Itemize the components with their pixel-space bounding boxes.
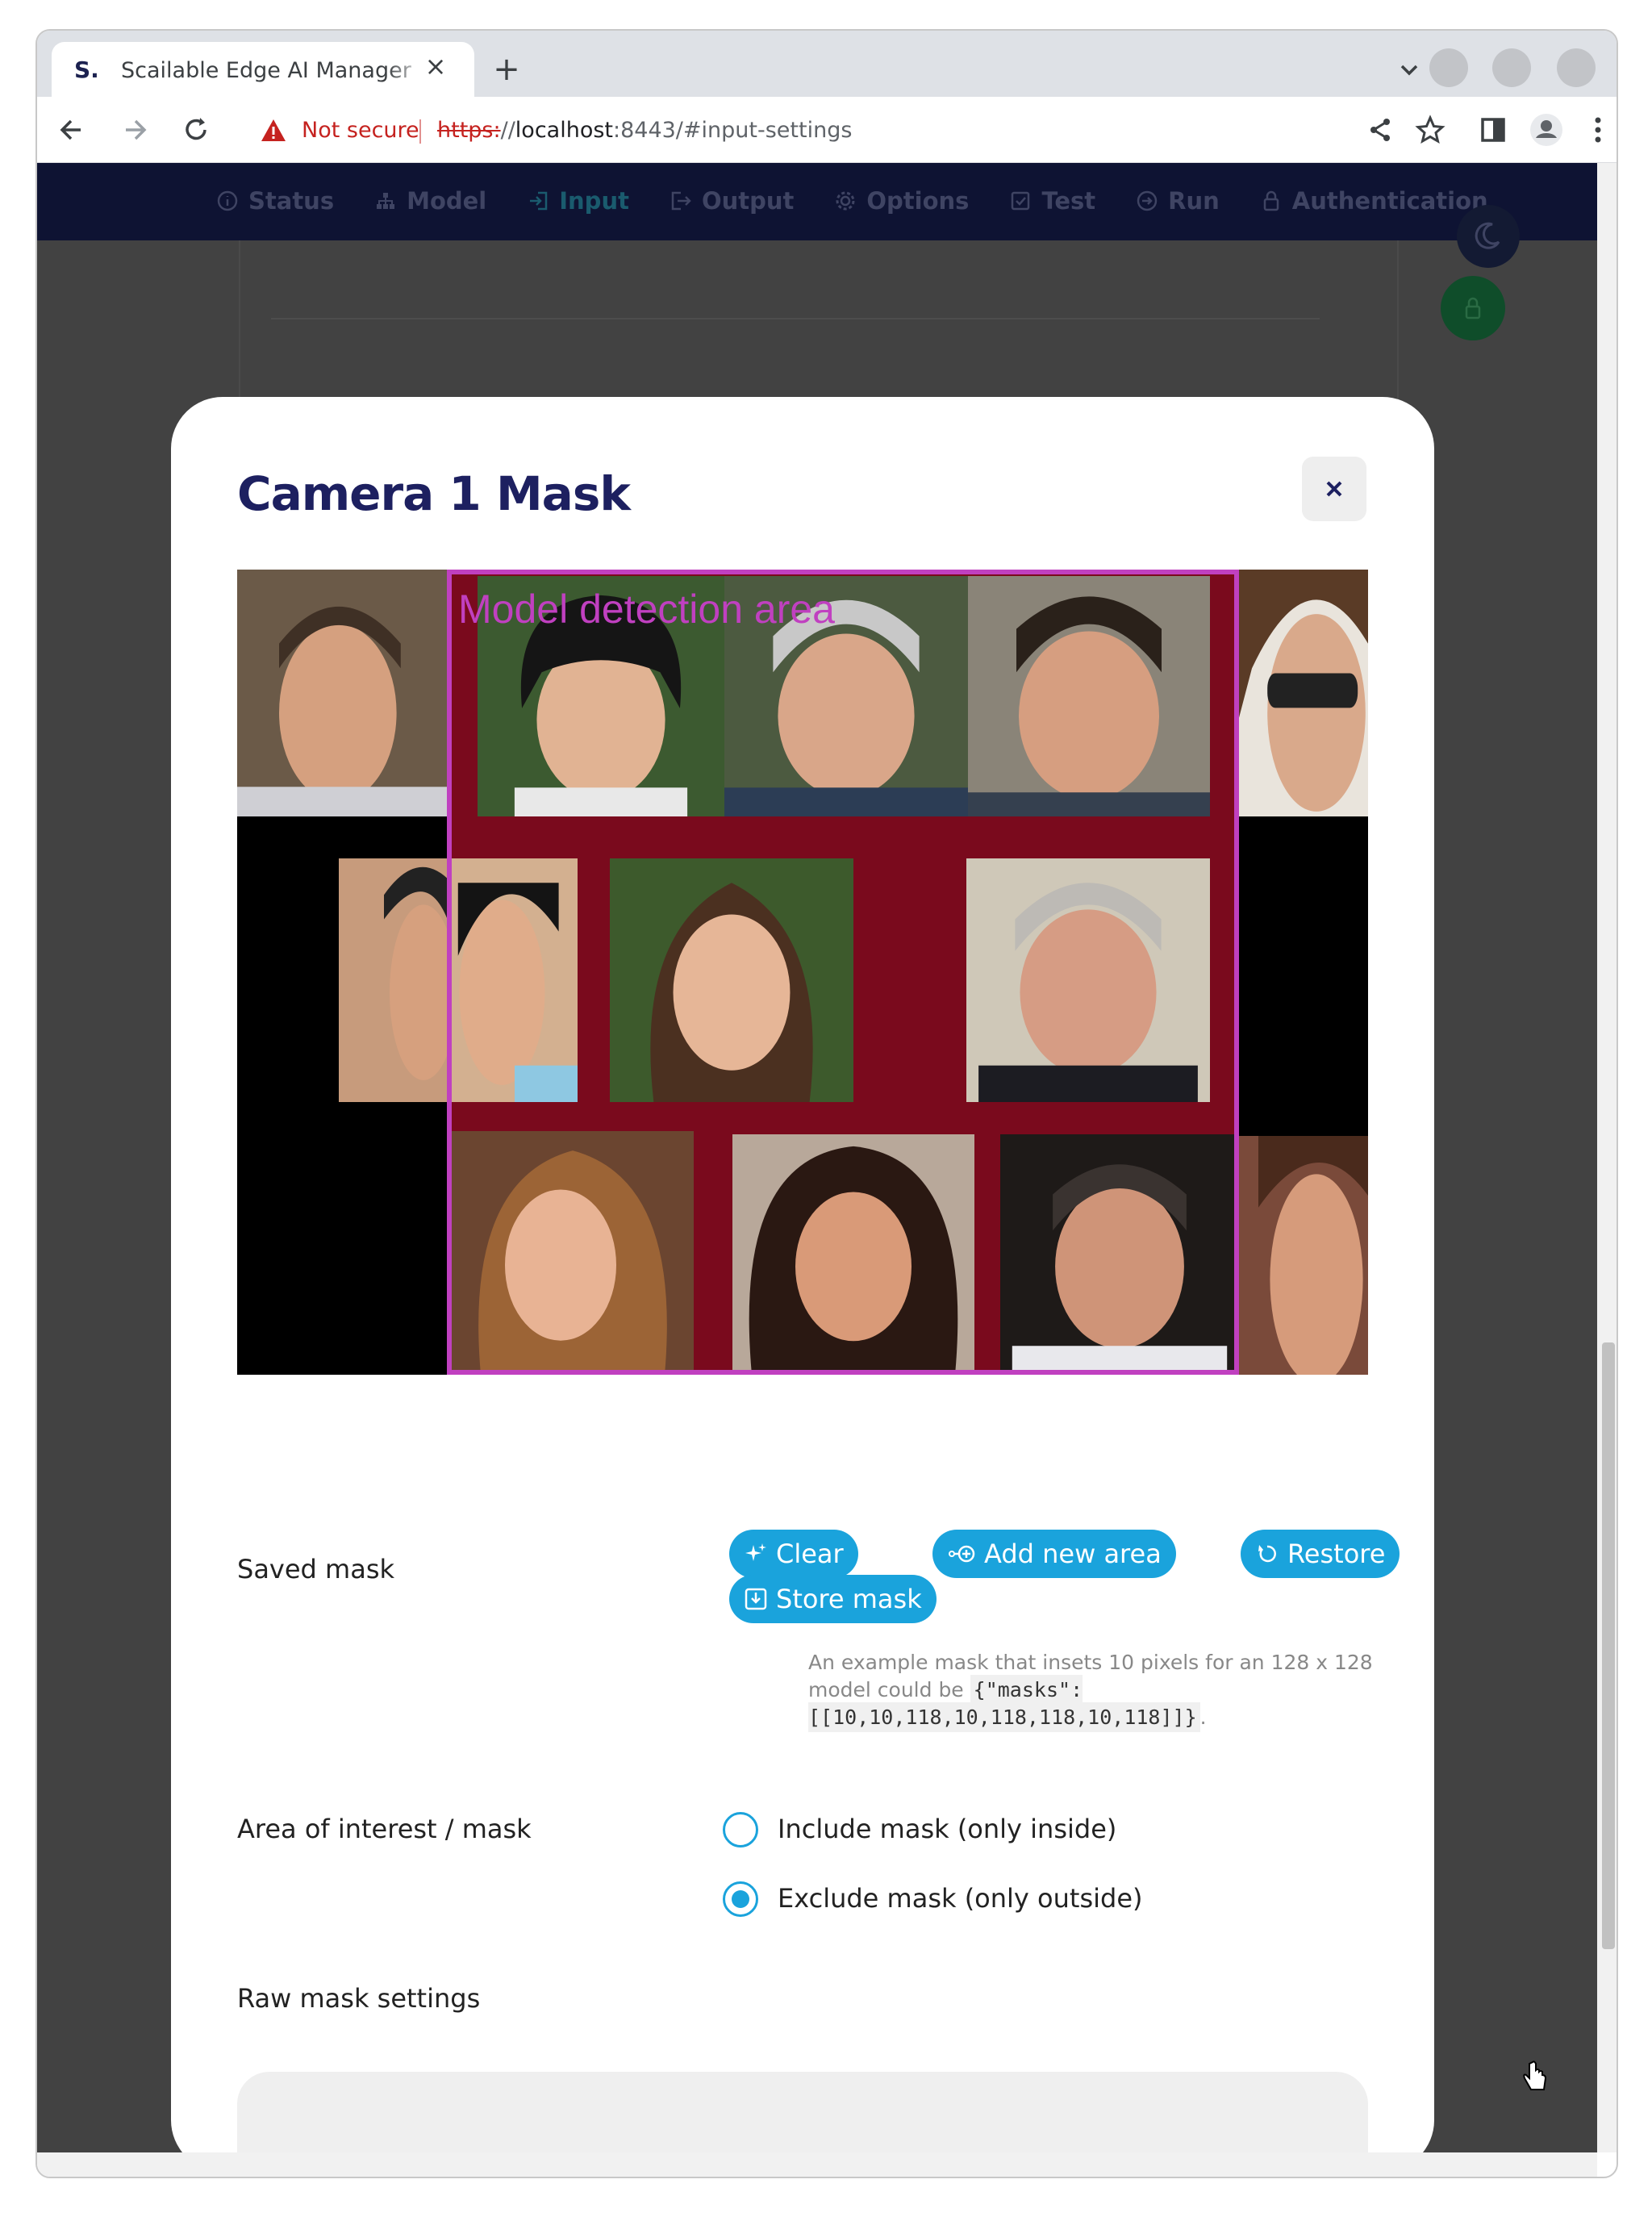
nav-item-output[interactable]: Output — [670, 187, 794, 215]
moon-icon — [1475, 222, 1500, 249]
back-arrow-icon[interactable] — [52, 110, 92, 150]
sparkle-icon — [745, 1543, 766, 1561]
warning-icon — [261, 119, 286, 141]
sidepanel-icon[interactable] — [1473, 110, 1513, 150]
reload-icon[interactable] — [176, 110, 216, 150]
exclude-mask-label[interactable]: Exclude mask (only outside) — [778, 1883, 1142, 1914]
restore-button-label: Restore — [1287, 1539, 1386, 1569]
share-icon[interactable] — [1360, 110, 1400, 150]
not-secure-label[interactable]: Not secure — [302, 118, 419, 143]
nav-item-model[interactable]: Model — [374, 187, 486, 215]
detection-area-label: Model detection area — [458, 587, 835, 632]
theme-toggle-button[interactable] — [1457, 205, 1520, 268]
page-viewport: Status Model Input Output Options Test Run Auth… — [37, 163, 1597, 2152]
tab-title: Scailable Edge AI Manager — [121, 58, 428, 83]
nav-item-label: Model — [407, 187, 487, 215]
face-image — [1239, 570, 1368, 816]
clear-button-label: Clear — [776, 1539, 844, 1569]
background-card — [239, 240, 1399, 402]
browser-tab[interactable]: S. Scailable Edge AI Manager × — [52, 42, 474, 98]
info-icon — [217, 190, 238, 211]
nav-item-label: Output — [701, 187, 795, 215]
play-circle-icon — [1137, 190, 1158, 211]
minimize-button[interactable] — [1429, 48, 1468, 87]
camera-preview-canvas[interactable]: Model detection area — [237, 570, 1368, 1375]
forward-arrow-icon[interactable] — [115, 110, 155, 150]
app-navbar: Status Model Input Output Options Test Run Auth… — [37, 163, 1597, 240]
gear-icon — [836, 191, 855, 211]
store-mask-button-label: Store mask — [776, 1584, 922, 1614]
face-image — [339, 858, 452, 1102]
clear-button[interactable]: Clear — [729, 1530, 858, 1578]
add-area-button-label: Add new area — [984, 1539, 1162, 1569]
raw-mask-label: Raw mask settings — [237, 1983, 481, 2014]
sitemap-icon — [377, 193, 395, 209]
saved-mask-label: Saved mask — [237, 1554, 395, 1584]
include-mask-label[interactable]: Include mask (only inside) — [778, 1814, 1116, 1844]
nav-item-label: Input — [559, 187, 629, 215]
include-mask-radio[interactable] — [723, 1812, 758, 1848]
hint-text: An example mask that insets 10 pixels fo… — [808, 1651, 1373, 1701]
favicon-icon: S. — [74, 56, 99, 83]
star-icon[interactable] — [1410, 110, 1450, 150]
url-path: :8443/#input-settings — [613, 118, 853, 143]
address-bar[interactable]: Not secure https://localhost:8443/#input… — [244, 108, 1462, 153]
exclude-mask-radio[interactable] — [723, 1881, 758, 1917]
lock-button[interactable] — [1441, 276, 1505, 340]
nav-item-test[interactable]: Test — [1009, 187, 1095, 215]
lock-icon — [1263, 190, 1279, 211]
url-text[interactable]: https://localhost:8443/#input-settings — [437, 118, 852, 143]
nav-item-run[interactable]: Run — [1136, 187, 1220, 215]
modal-close-button[interactable] — [1302, 457, 1366, 521]
app-nav-items: Status Model Input Output Options Test Run Auth… — [216, 187, 1529, 215]
restore-button[interactable]: Restore — [1241, 1530, 1400, 1578]
face-image — [1239, 1136, 1368, 1375]
store-mask-button[interactable]: Store mask — [729, 1575, 937, 1623]
nav-item-options[interactable]: Options — [834, 187, 969, 215]
close-icon — [1326, 481, 1342, 497]
sign-out-icon — [671, 191, 691, 211]
background-divider — [271, 318, 1320, 319]
add-area-button[interactable]: Add new area — [932, 1530, 1176, 1578]
face-image — [237, 570, 447, 816]
raw-mask-textarea[interactable] — [237, 2072, 1368, 2152]
download-icon — [745, 1588, 767, 1610]
maximize-button[interactable] — [1492, 48, 1531, 87]
mask-hint-text: An example mask that insets 10 pixels fo… — [808, 1649, 1373, 1732]
nav-item-label: Test — [1041, 187, 1096, 215]
nav-item-label: Run — [1168, 187, 1220, 215]
browser-toolbar: Not secure https://localhost:8443/#input… — [37, 97, 1617, 163]
restore-icon — [1258, 1545, 1276, 1563]
new-tab-button[interactable]: + — [486, 48, 528, 90]
url-host: localhost — [515, 118, 613, 143]
nav-item-label: Status — [248, 187, 335, 215]
nav-item-label: Options — [866, 187, 970, 215]
separator — [419, 119, 421, 144]
tab-strip: S. Scailable Edge AI Manager × + — [37, 31, 1617, 98]
hint-end: . — [1199, 1706, 1207, 1729]
detection-area-box[interactable] — [447, 570, 1239, 1375]
hand-cursor-icon — [1523, 2060, 1547, 2090]
chevron-down-icon[interactable] — [1389, 50, 1429, 90]
window-close-button[interactable] — [1557, 48, 1596, 87]
nav-item-status[interactable]: Status — [216, 187, 334, 215]
nav-item-authentication[interactable]: Authentication — [1260, 187, 1488, 215]
kebab-menu-icon[interactable] — [1578, 110, 1618, 150]
url-slashes: // — [500, 118, 515, 143]
tab-close-icon[interactable]: × — [418, 48, 453, 84]
scrollbar-thumb[interactable] — [1602, 1342, 1615, 1949]
profile-icon[interactable] — [1526, 110, 1566, 150]
lock-icon — [1465, 297, 1481, 319]
modal-title: Camera 1 Mask — [237, 466, 631, 521]
add-area-icon — [949, 1545, 975, 1563]
nav-item-input[interactable]: Input — [527, 187, 629, 215]
checkbox-icon — [1012, 191, 1030, 211]
mask-modal: Camera 1 Mask Model detection area Saved… — [171, 397, 1434, 2152]
vertical-scrollbar[interactable] — [1597, 163, 1617, 2152]
area-of-interest-label: Area of interest / mask — [237, 1814, 532, 1844]
browser-window: S. Scailable Edge AI Manager × + Not sec… — [35, 29, 1618, 2178]
sign-in-icon — [530, 191, 548, 211]
horizontal-scrollbar[interactable] — [37, 2152, 1597, 2177]
url-scheme: https: — [437, 118, 501, 143]
